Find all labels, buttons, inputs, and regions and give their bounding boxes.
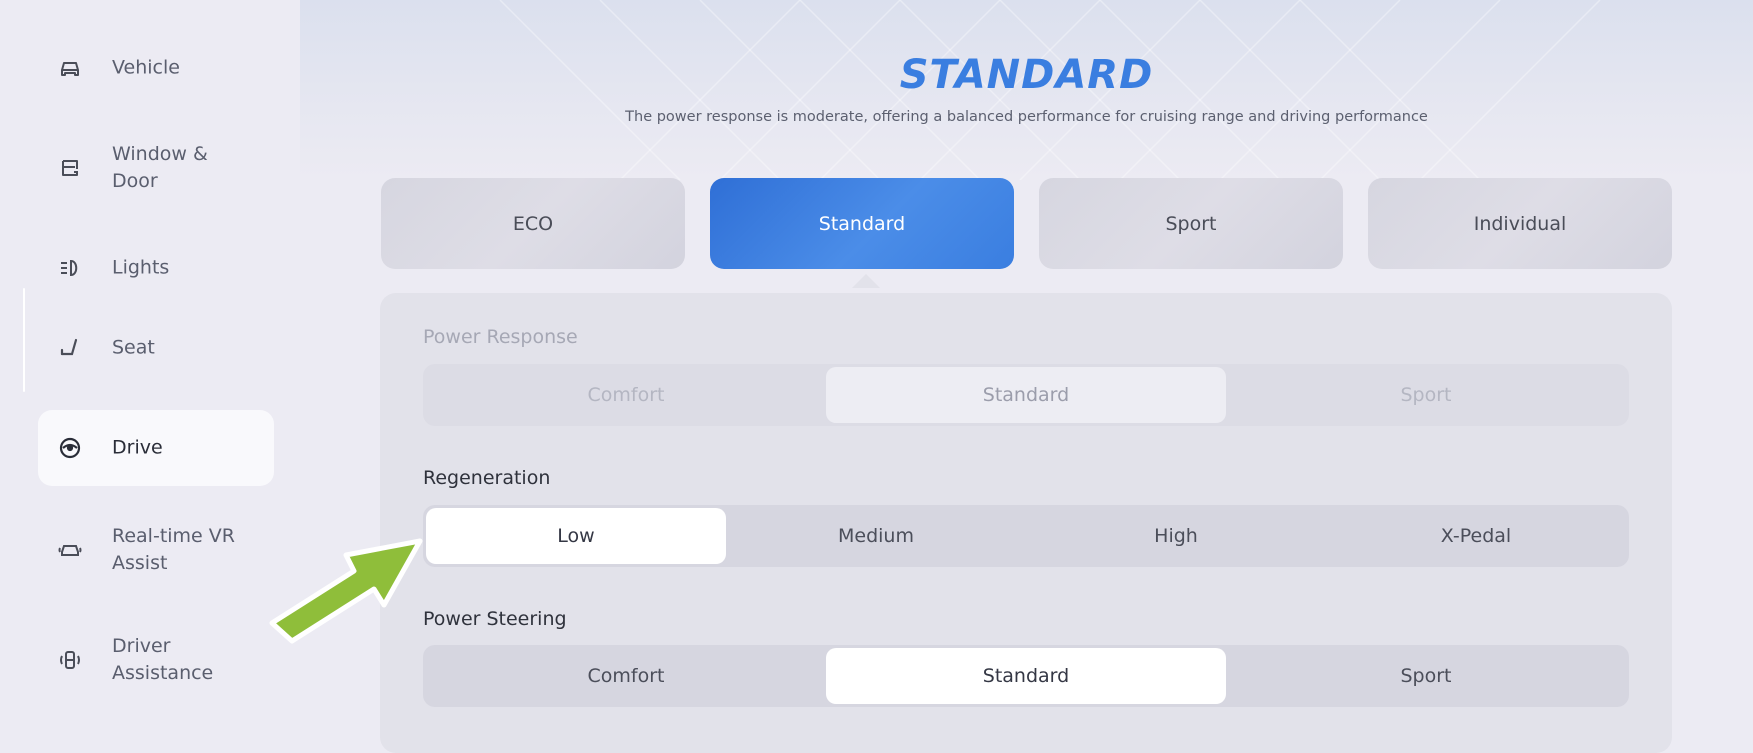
sidebar-item-lights[interactable]: Lights [38, 230, 274, 306]
power-response-option-sport[interactable]: Sport [1226, 367, 1626, 423]
sidebar-item-driver-assistance[interactable]: Driver Assistance [38, 622, 274, 698]
sidebar-item-window-door[interactable]: Window & Door [38, 130, 274, 206]
regeneration-option-x-pedal[interactable]: X-Pedal [1326, 508, 1626, 564]
mode-tab-individual[interactable]: Individual [1368, 178, 1672, 269]
power-response-option-comfort[interactable]: Comfort [426, 367, 826, 423]
sidebar: Vehicle Window & Door Lights Seat Drive … [0, 0, 300, 728]
steering-wheel-icon [58, 436, 82, 460]
power-steering-option-standard[interactable]: Standard [826, 648, 1226, 704]
mode-tab-sport[interactable]: Sport [1039, 178, 1343, 269]
power-steering-option-sport[interactable]: Sport [1226, 648, 1626, 704]
sidebar-scrollbar[interactable] [23, 288, 25, 392]
sidebar-item-label: Window & Door [112, 143, 208, 192]
sidebar-item-label: Real-time VR Assist [112, 525, 235, 574]
sidebar-item-label: Vehicle [112, 56, 180, 79]
headlight-icon [58, 256, 82, 280]
sidebar-item-label: Lights [112, 256, 170, 279]
sidebar-item-label: Seat [112, 336, 155, 359]
power-response-selector: Comfort Standard Sport [423, 364, 1629, 426]
driver-assistance-icon [58, 648, 82, 672]
power-steering-selector: Comfort Standard Sport [423, 645, 1629, 707]
regeneration-option-high[interactable]: High [1026, 508, 1326, 564]
sidebar-item-drive[interactable]: Drive [38, 410, 274, 486]
regeneration-selector: Low Medium High X-Pedal [423, 505, 1629, 567]
regeneration-label: Regeneration [423, 467, 551, 489]
mode-tab-eco[interactable]: ECO [381, 178, 685, 269]
power-response-label: Power Response [423, 326, 578, 348]
sidebar-item-label: Driver Assistance [112, 635, 214, 684]
sidebar-item-label: Drive [112, 436, 163, 459]
power-response-option-standard[interactable]: Standard [826, 367, 1226, 423]
mode-tab-standard[interactable]: Standard [710, 178, 1014, 269]
sidebar-item-real-time-vr-assist[interactable]: Real-time VR Assist [38, 512, 274, 588]
seat-icon [58, 336, 82, 360]
mode-title: STANDARD [899, 52, 1154, 98]
annotation-arrow-icon [269, 538, 423, 644]
door-icon [58, 156, 82, 180]
regeneration-option-medium[interactable]: Medium [726, 508, 1026, 564]
sidebar-item-seat[interactable]: Seat [38, 310, 274, 386]
car-icon [58, 56, 82, 80]
power-steering-label: Power Steering [423, 608, 567, 630]
vr-assist-icon [58, 538, 82, 562]
regeneration-option-low[interactable]: Low [426, 508, 726, 564]
sidebar-item-vehicle[interactable]: Vehicle [38, 30, 274, 106]
mode-description: The power response is moderate, offering… [625, 109, 1428, 125]
power-steering-option-comfort[interactable]: Comfort [426, 648, 826, 704]
selected-tab-caret [852, 274, 880, 288]
